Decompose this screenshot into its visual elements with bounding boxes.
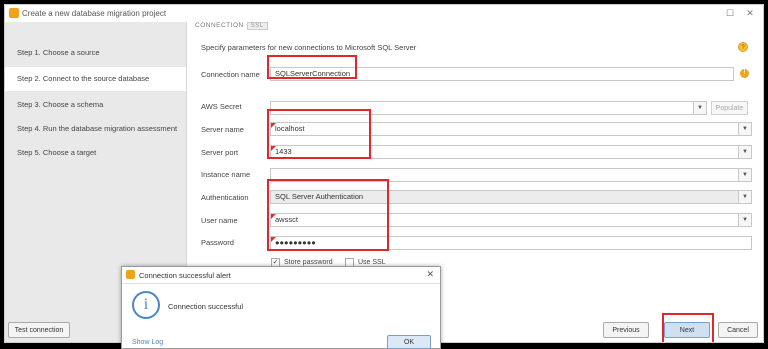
dialog-title: Connection successful alert (139, 271, 231, 280)
connection-success-dialog: Connection successful alert ✕ i Connecti… (121, 266, 441, 349)
sidebar-step-4[interactable]: Step 4. Run the database migration asses… (5, 117, 186, 141)
sidebar-step-2[interactable]: Step 2. Connect to the source database (5, 67, 186, 91)
section-tab: CONNECTION SSL (195, 22, 268, 32)
close-icon[interactable]: ✕ (743, 7, 757, 19)
chevron-down-icon[interactable]: ▼ (738, 169, 751, 181)
server-port-input[interactable]: 1433 ▼ (270, 145, 752, 159)
chevron-down-icon[interactable]: ▼ (693, 102, 706, 114)
chevron-down-icon[interactable]: ▼ (738, 123, 751, 135)
aws-secret-label: AWS Secret (201, 102, 242, 111)
server-port-label: Server port (201, 148, 239, 157)
instance-name-input[interactable]: ▼ (270, 168, 752, 182)
sidebar-step-1[interactable]: Step 1. Choose a source (5, 41, 186, 65)
title-bar: Create a new database migration project … (5, 5, 763, 23)
server-name-input[interactable]: localhost ▼ (270, 122, 752, 136)
user-name-input[interactable]: awssct ▼ (270, 213, 752, 227)
password-label: Password (201, 238, 234, 247)
form-description: Specify parameters for new connections t… (201, 43, 417, 52)
info-icon: ! (740, 69, 749, 78)
authentication-label: Authentication (201, 193, 249, 202)
aws-secret-select[interactable]: ▼ (270, 101, 707, 115)
dialog-message: Connection successful (168, 302, 244, 311)
instance-name-label: Instance name (201, 170, 251, 179)
connection-name-label: Connection name (201, 70, 260, 79)
previous-button[interactable]: Previous (603, 322, 649, 338)
info-icon: i (132, 291, 160, 319)
chevron-down-icon[interactable]: ▼ (738, 146, 751, 158)
help-icon[interactable]: ? (738, 42, 748, 52)
ssl-tab[interactable]: SSL (246, 22, 268, 30)
sidebar-step-3[interactable]: Step 3. Choose a schema (5, 93, 186, 117)
authentication-select[interactable]: SQL Server Authentication ▼ (270, 190, 752, 204)
app-logo-icon (9, 8, 19, 18)
dialog-title-bar: Connection successful alert ✕ (122, 267, 440, 284)
maximize-icon[interactable]: ☐ (723, 7, 737, 19)
store-password-label: Store password (284, 259, 333, 266)
close-icon[interactable]: ✕ (426, 269, 434, 280)
populate-button[interactable]: Populate (711, 101, 748, 115)
chevron-down-icon[interactable]: ▼ (738, 214, 751, 226)
window-title: Create a new database migration project (22, 9, 167, 18)
server-name-label: Server name (201, 125, 244, 134)
password-input[interactable]: ●●●●●●●●● (270, 236, 752, 250)
show-log-link[interactable]: Show Log (132, 339, 163, 346)
use-ssl-label: Use SSL (358, 259, 386, 266)
test-connection-button[interactable]: Test connection (8, 322, 70, 338)
sidebar-step-5[interactable]: Step 5. Choose a target (5, 141, 186, 165)
next-button[interactable]: Next (664, 322, 710, 338)
chevron-down-icon[interactable]: ▼ (738, 191, 751, 203)
cancel-button[interactable]: Cancel (718, 322, 758, 338)
user-name-label: User name (201, 216, 238, 225)
connection-name-input[interactable]: SQLServerConnection (270, 67, 734, 81)
app-logo-icon (126, 270, 135, 279)
